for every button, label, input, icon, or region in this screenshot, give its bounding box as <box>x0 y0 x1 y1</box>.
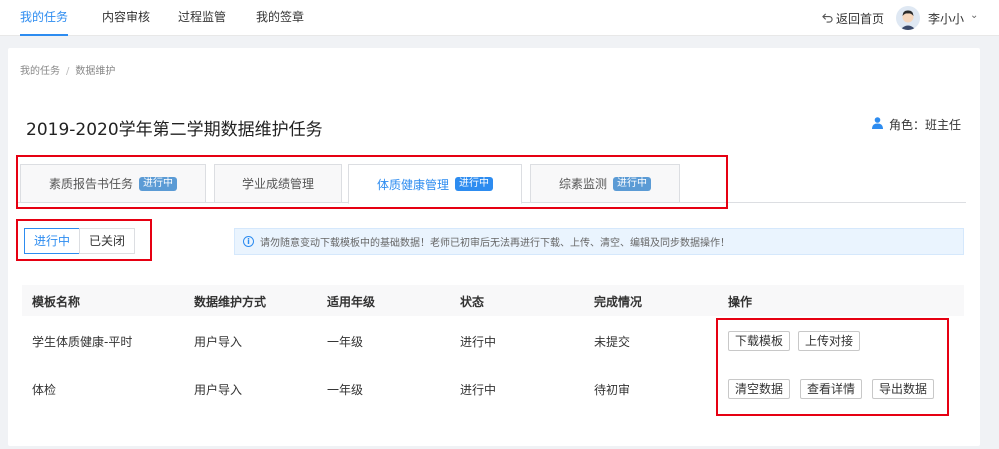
cell-template-name: 体检 <box>32 383 57 397</box>
cell-status: 进行中 <box>460 335 497 349</box>
status-filter: 进行中 已关闭 <box>24 228 135 254</box>
column-header: 完成情况 <box>594 295 643 309</box>
role-label: 角色：班主任 <box>889 118 962 132</box>
cell-template-name: 学生体质健康-平时 <box>32 335 133 349</box>
tab-label: 体质健康管理 <box>376 177 449 192</box>
filter-in-progress-button[interactable]: 进行中 <box>24 228 80 254</box>
view-details-button[interactable]: 查看详情 <box>800 379 863 399</box>
breadcrumb-data-maintenance: 数据维护 <box>75 66 116 77</box>
avatar[interactable] <box>896 6 920 30</box>
column-header: 适用年级 <box>327 295 376 309</box>
column-header: 模板名称 <box>32 295 81 309</box>
nav-content-review[interactable]: 内容审核 <box>102 0 150 36</box>
notice-bar: i 请勿随意变动下载模板中的基础数据！老师已初审后无法再进行下载、上传、清空、编… <box>234 228 964 255</box>
cell-grade: 一年级 <box>327 335 364 349</box>
cell-grade: 一年级 <box>327 383 364 397</box>
table-header: 模板名称 数据维护方式 适用年级 状态 完成情况 操作 <box>22 285 964 316</box>
nav-process-supervision[interactable]: 过程监管 <box>178 0 226 36</box>
role-indicator: 角色：班主任 <box>872 116 961 133</box>
filter-closed-button[interactable]: 已关闭 <box>79 228 135 254</box>
cell-progress: 未提交 <box>594 335 631 349</box>
back-home-link[interactable]: 返回首页 <box>822 10 884 27</box>
breadcrumb: 我的任务 / 数据维护 <box>20 66 116 77</box>
tab-label: 素质报告书任务 <box>48 177 133 191</box>
status-badge: 进行中 <box>455 177 493 191</box>
user-icon <box>872 117 883 132</box>
status-badge: 进行中 <box>139 176 177 191</box>
back-home-label: 返回首页 <box>836 12 885 26</box>
top-navbar: 我的任务 内容审核 过程监管 我的签章 返回首页 李小小 ⌄ <box>0 0 999 36</box>
export-data-button[interactable]: 导出数据 <box>872 379 935 399</box>
nav-my-signature[interactable]: 我的签章 <box>256 0 304 36</box>
tab-academic-scores[interactable]: 学业成绩管理 <box>214 164 342 203</box>
tab-physical-health[interactable]: 体质健康管理 进行中 <box>348 164 522 204</box>
info-icon: i <box>243 236 254 247</box>
column-header: 操作 <box>728 295 753 309</box>
upload-button[interactable]: 上传对接 <box>798 331 861 351</box>
tab-label: 学业成绩管理 <box>241 177 314 191</box>
page-title: 2019-2020学年第二学期数据维护任务 <box>26 120 323 140</box>
column-header: 数据维护方式 <box>194 295 267 309</box>
tab-comprehensive-monitoring[interactable]: 综素监测 进行中 <box>530 164 680 203</box>
cell-method: 用户导入 <box>194 335 243 349</box>
chevron-down-icon[interactable]: ⌄ <box>970 10 978 21</box>
tab-label: 综素监测 <box>558 177 607 191</box>
cell-status: 进行中 <box>460 383 497 397</box>
download-template-button[interactable]: 下载模板 <box>728 331 791 351</box>
main-card: 我的任务 / 数据维护 2019-2020学年第二学期数据维护任务 角色：班主任 素… <box>8 48 980 446</box>
clear-data-button[interactable]: 清空数据 <box>728 379 791 399</box>
tab-quality-report[interactable]: 素质报告书任务 进行中 <box>20 164 206 203</box>
cell-progress: 待初审 <box>594 383 631 397</box>
breadcrumb-my-tasks[interactable]: 我的任务 <box>20 66 60 77</box>
notice-text: 请勿随意变动下载模板中的基础数据！老师已初审后无法再进行下载、上传、清空、编辑及… <box>260 238 730 249</box>
status-badge: 进行中 <box>613 176 651 191</box>
return-arrow-icon <box>822 12 833 26</box>
column-header: 状态 <box>460 295 485 309</box>
cell-method: 用户导入 <box>194 383 243 397</box>
user-name[interactable]: 李小小 <box>928 10 964 27</box>
nav-my-tasks[interactable]: 我的任务 <box>20 0 69 36</box>
